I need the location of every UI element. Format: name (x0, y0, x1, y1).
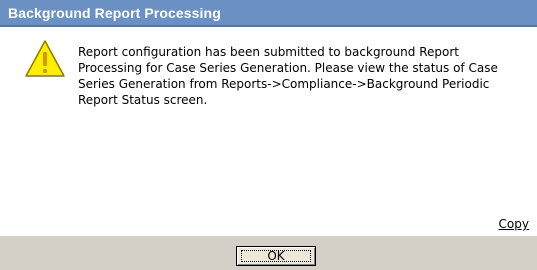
ok-button[interactable]: OK (236, 246, 316, 266)
warning-icon (25, 40, 65, 77)
ok-button-label: OK (241, 250, 311, 262)
copy-link[interactable]: Copy (499, 217, 529, 231)
dialog-title: Background Report Processing (8, 5, 221, 21)
background-report-dialog: Background Report Processing Report conf… (0, 0, 537, 270)
dialog-message: Report configuration has been submitted … (78, 45, 498, 107)
dialog-footer: OK (0, 236, 537, 270)
dialog-titlebar: Background Report Processing (0, 0, 537, 27)
